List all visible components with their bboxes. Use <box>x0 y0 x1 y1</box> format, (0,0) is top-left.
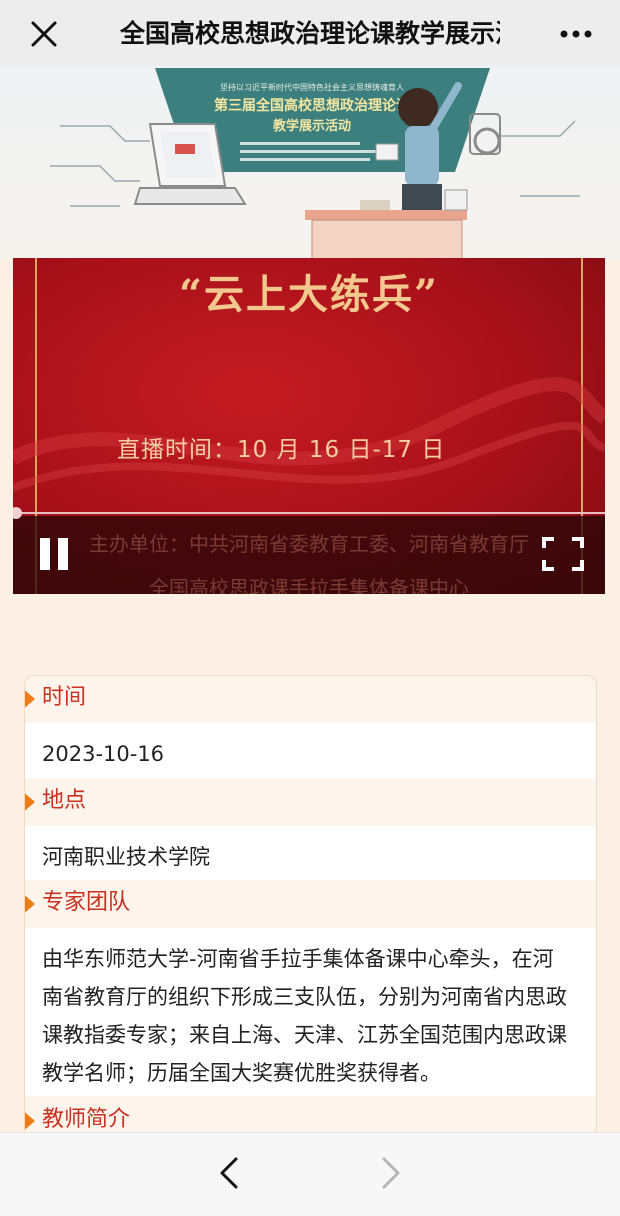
section-text: 2023-10-16 <box>42 742 165 766</box>
section-marker-icon <box>25 892 35 916</box>
section-body-location: 河南职业技术学院 <box>25 826 596 880</box>
pause-icon <box>40 538 68 570</box>
banner-title-line2: 教学展示活动 <box>272 118 351 134</box>
chevron-left-icon <box>220 1157 238 1189</box>
section-header-time: 时间 <box>25 676 596 720</box>
section-label: 时间 <box>42 685 87 710</box>
video-player[interactable]: “云上大练兵” 直播时间：10 月 16 日-17 日 主办单位：中共河南省委教… <box>13 258 605 594</box>
top-bar: 全国高校思想政治理论课教学展示活动 <box>0 0 620 66</box>
forward-button[interactable] <box>374 1155 406 1191</box>
section-marker-icon <box>25 687 35 711</box>
section-marker-icon <box>25 790 35 814</box>
banner-tagline: 坚持以习近平新时代中国特色社会主义思想铸魂育人 <box>220 82 404 92</box>
section-marker-icon <box>25 1109 35 1133</box>
video-heading: “云上大练兵” <box>178 271 439 318</box>
video-live-time: 直播时间：10 月 16 日-17 日 <box>117 437 446 463</box>
section-label: 教师简介 <box>42 1107 131 1132</box>
section-body-time: 2023-10-16 <box>25 723 596 778</box>
chevron-right-icon <box>382 1157 400 1189</box>
bottom-nav-bar <box>0 1132 620 1216</box>
section-text: 由华东师范大学-河南省手拉手集体备课中心牵头，在河南省教育厅的组织下形成三支队伍… <box>42 947 567 1085</box>
video-progress-bar[interactable] <box>13 512 605 514</box>
section-body-experts: 由华东师范大学-河南省手拉手集体备课中心牵头，在河南省教育厅的组织下形成三支队伍… <box>25 928 596 1096</box>
page-title: 全国高校思想政治理论课教学展示活动 <box>120 19 500 48</box>
video-host-line2: 全国高校思政课手拉手集体备课中心 <box>149 576 469 594</box>
back-button[interactable] <box>214 1155 246 1191</box>
section-header-experts: 专家团队 <box>25 881 596 925</box>
banner-illustration: 坚持以习近平新时代中国特色社会主义思想铸魂育人 第三届全国高校思想政治理论课 教… <box>50 68 580 260</box>
more-button[interactable] <box>552 18 600 50</box>
event-banner: 坚持以习近平新时代中国特色社会主义思想铸魂育人 第三届全国高校思想政治理论课 教… <box>0 66 620 260</box>
section-header-location: 地点 <box>25 779 596 823</box>
close-button[interactable] <box>24 14 64 54</box>
fullscreen-icon <box>542 537 584 571</box>
video-host-line1: 主办单位：中共河南省委教育工委、河南省教育厅 <box>89 532 529 556</box>
info-card: 时间 2023-10-16 地点 河南职业技术学院 专家团队 由华东师范大学-河… <box>24 675 597 1137</box>
section-label: 专家团队 <box>42 890 131 915</box>
pause-button[interactable] <box>37 536 73 572</box>
section-label: 地点 <box>42 788 87 813</box>
more-icon <box>560 30 592 38</box>
close-icon <box>31 21 57 47</box>
video-controls: 主办单位：中共河南省委教育工委、河南省教育厅 全国高校思政课手拉手集体备课中心 <box>13 516 605 594</box>
fullscreen-button[interactable] <box>541 536 585 572</box>
banner-title-line1: 第三届全国高校思想政治理论课 <box>214 97 411 114</box>
section-text: 河南职业技术学院 <box>42 845 210 869</box>
